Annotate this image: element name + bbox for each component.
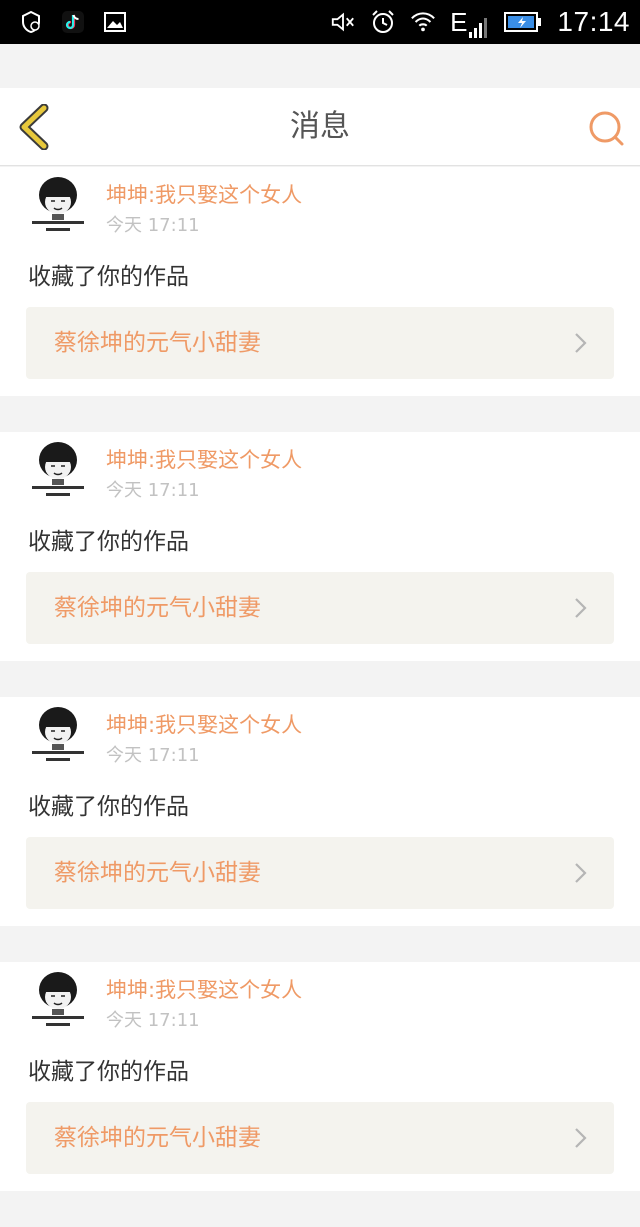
message-time: 今天 17:11: [106, 1010, 200, 1031]
message-action: 收藏了你的作品: [28, 529, 189, 555]
sender-name[interactable]: 坤坤:我只娶这个女人: [106, 974, 302, 1004]
message-card: 坤坤:我只娶这个女人 今天 17:11 收藏了你的作品 蔡徐坤的元气小甜妻: [0, 697, 640, 926]
message-card: 坤坤:我只娶这个女人 今天 17:11 收藏了你的作品 蔡徐坤的元气小甜妻: [0, 167, 640, 396]
status-time: 17:14: [557, 6, 630, 37]
meme-avatar-icon: [32, 707, 84, 761]
search-button[interactable]: [586, 108, 626, 148]
avatar[interactable]: [28, 175, 88, 237]
wifi-icon: [410, 9, 436, 35]
work-title: 蔡徐坤的元气小甜妻: [54, 595, 261, 621]
message-time: 今天 17:11: [106, 215, 200, 236]
signal-icon: E: [450, 7, 489, 38]
sender-name[interactable]: 坤坤:我只娶这个女人: [106, 709, 302, 739]
sender-name[interactable]: 坤坤:我只娶这个女人: [106, 444, 302, 474]
chevron-right-icon: [575, 863, 587, 883]
work-link[interactable]: 蔡徐坤的元气小甜妻: [26, 572, 614, 644]
search-icon: [589, 111, 624, 146]
avatar[interactable]: [28, 970, 88, 1032]
meme-avatar-icon: [32, 972, 84, 1026]
meme-avatar-icon: [32, 177, 84, 231]
message-list: 坤坤:我只娶这个女人 今天 17:11 收藏了你的作品 蔡徐坤的元气小甜妻 坤坤…: [0, 167, 640, 1227]
status-right-icons: E 17:14: [330, 0, 630, 44]
carrier-label: E: [450, 6, 468, 37]
shield-icon: [18, 9, 44, 35]
sender-name[interactable]: 坤坤:我只娶这个女人: [106, 179, 302, 209]
battery-charging-icon: [503, 9, 543, 35]
message-action: 收藏了你的作品: [28, 264, 189, 290]
work-link[interactable]: 蔡徐坤的元气小甜妻: [26, 837, 614, 909]
work-link[interactable]: 蔡徐坤的元气小甜妻: [26, 1102, 614, 1174]
message-card: 坤坤:我只娶这个女人 今天 17:11 收藏了你的作品 蔡徐坤的元气小甜妻: [0, 962, 640, 1191]
work-title: 蔡徐坤的元气小甜妻: [54, 330, 261, 356]
work-title: 蔡徐坤的元气小甜妻: [54, 860, 261, 886]
alarm-icon: [370, 9, 396, 35]
avatar[interactable]: [28, 440, 88, 502]
chevron-right-icon: [575, 333, 587, 353]
message-action: 收藏了你的作品: [28, 794, 189, 820]
chevron-right-icon: [575, 598, 587, 618]
chevron-right-icon: [575, 1128, 587, 1148]
status-left-icons: [18, 0, 128, 44]
message-time: 今天 17:11: [106, 745, 200, 766]
tiktok-icon: [60, 9, 86, 35]
message-time: 今天 17:11: [106, 480, 200, 501]
image-icon: [102, 9, 128, 35]
header-spacer: [0, 44, 640, 88]
message-action: 收藏了你的作品: [28, 1059, 189, 1085]
avatar[interactable]: [28, 705, 88, 767]
work-link[interactable]: 蔡徐坤的元气小甜妻: [26, 307, 614, 379]
message-card: 坤坤:我只娶这个女人 今天 17:11 收藏了你的作品 蔡徐坤的元气小甜妻: [0, 432, 640, 661]
mute-icon: [330, 9, 356, 35]
work-title: 蔡徐坤的元气小甜妻: [54, 1125, 261, 1151]
nav-bar: 消息: [0, 88, 640, 166]
page-title: 消息: [290, 109, 350, 144]
status-bar: E 17:14: [0, 0, 640, 44]
meme-avatar-icon: [32, 442, 84, 496]
